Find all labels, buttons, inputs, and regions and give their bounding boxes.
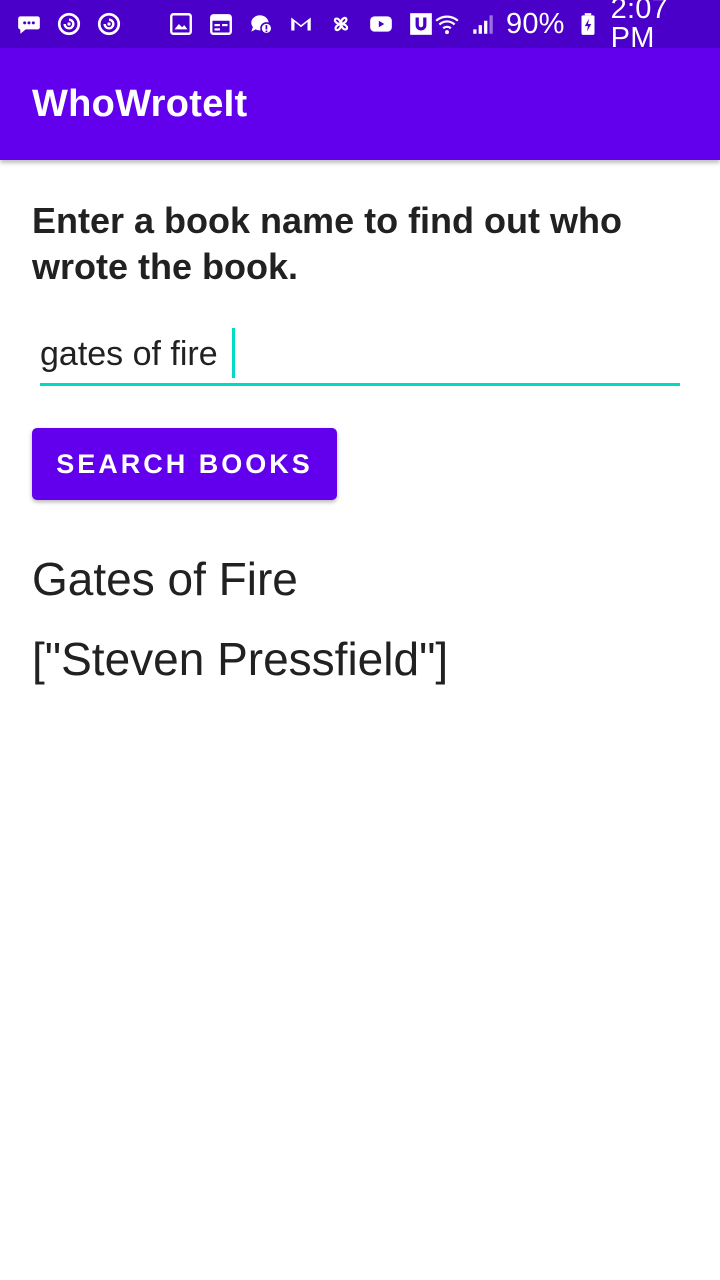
notification-icons	[16, 11, 434, 37]
chat-alert-icon	[248, 11, 274, 37]
battery-percentage: 90%	[506, 7, 565, 40]
book-search-field[interactable]	[40, 328, 680, 386]
cellular-signal-icon	[470, 11, 496, 37]
sync-icon	[96, 11, 122, 37]
u-app-icon	[408, 11, 434, 37]
youtube-icon	[368, 11, 394, 37]
app-bar: WhoWroteIt	[0, 48, 720, 160]
system-status: 90% 2:07 PM	[434, 0, 704, 53]
calendar-icon	[208, 11, 234, 37]
text-cursor	[232, 328, 235, 378]
battery-charging-icon	[575, 11, 601, 37]
status-bar: 90% 2:07 PM	[0, 0, 720, 53]
pinwheel-icon	[328, 11, 354, 37]
instruction-text: Enter a book name to find out who wrote …	[32, 200, 622, 287]
search-books-button[interactable]: SEARCH BOOKS	[32, 428, 337, 500]
sync-icon	[56, 11, 82, 37]
app-title: WhoWroteIt	[32, 82, 248, 125]
gallery-icon	[168, 11, 194, 37]
gmail-icon	[288, 11, 314, 37]
wifi-icon	[434, 11, 460, 37]
result-book-title: Gates of Fire	[32, 553, 298, 605]
book-search-input[interactable]	[40, 328, 680, 380]
clock: 2:07 PM	[610, 0, 668, 54]
result-book-author: ["Steven Pressfield"]	[32, 633, 449, 685]
messages-icon	[16, 11, 42, 37]
